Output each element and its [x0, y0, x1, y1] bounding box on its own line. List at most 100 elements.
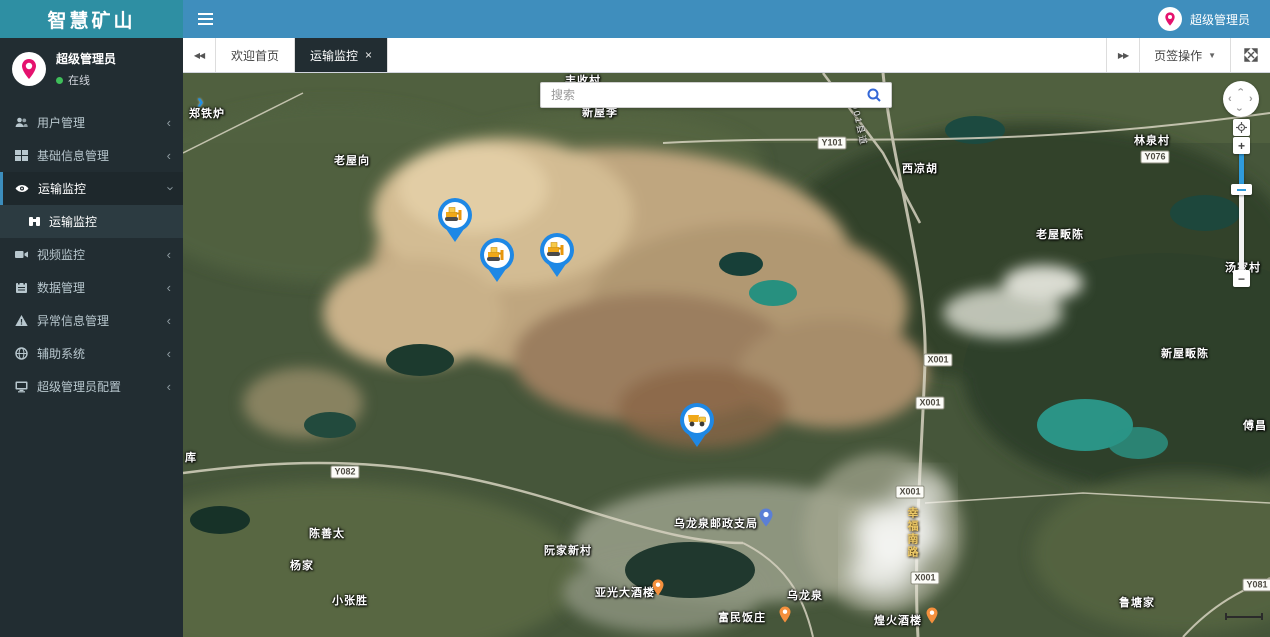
pan-left-icon: ‹ — [1228, 94, 1232, 105]
sidebar-item-data-management[interactable]: 数据管理 ‹ — [0, 271, 183, 304]
user-avatar — [12, 52, 46, 86]
chevron-left-icon: ‹ — [167, 347, 171, 360]
globe-icon — [15, 347, 28, 360]
sidebar-subitem-label: 运输监控 — [49, 213, 97, 230]
tab-label: 欢迎首页 — [231, 47, 279, 64]
vehicle-marker-bulldozer[interactable] — [437, 197, 473, 243]
tab-close-icon[interactable]: × — [365, 48, 372, 62]
video-icon — [15, 248, 28, 261]
zoom-slider-fill — [1239, 154, 1244, 187]
map-place-label: 亚光大酒楼 — [595, 584, 655, 600]
sidebar: 超级管理员 在线 用户管理 ‹ 基础信息管理 ‹ 运输监控 ‹ 运输监控 — [0, 38, 183, 637]
sidebar-item-label: 视频监控 — [37, 246, 158, 263]
map-place-label: 林泉村 — [1134, 132, 1170, 148]
sidebar-item-transport-monitoring[interactable]: 运输监控 ‹ — [0, 172, 183, 205]
tab-operations-label: 页签操作 — [1154, 47, 1202, 64]
chevron-left-icon: ‹ — [167, 380, 171, 393]
sidebar-item-label: 用户管理 — [37, 114, 158, 131]
map-place-label: 西凉胡 — [902, 160, 938, 176]
map-place-label: 富民饭庄 — [718, 609, 766, 625]
top-navbar: 超级管理员 — [183, 0, 1270, 38]
locate-icon — [1236, 122, 1247, 133]
map-place-label: 杨家 — [290, 557, 314, 573]
sidebar-user-status: 在线 — [56, 72, 116, 88]
sidebar-item-abnormal-info[interactable]: 异常信息管理 ‹ — [0, 304, 183, 337]
poi-pin-restaurant[interactable] — [926, 608, 938, 629]
zoom-slider-handle[interactable] — [1231, 184, 1252, 195]
map-locate-button[interactable] — [1233, 119, 1250, 136]
sidebar-subitem-transport-monitoring[interactable]: 运输监控 — [0, 205, 183, 238]
sidebar-item-label: 超级管理员配置 — [37, 378, 158, 395]
poi-pin-post-office[interactable] — [759, 509, 773, 532]
map-place-label: 老屋畈陈 — [1036, 226, 1084, 242]
map-scale-bar — [1225, 613, 1263, 620]
zoom-in-button[interactable]: + — [1233, 137, 1250, 154]
vehicle-marker-bulldozer[interactable] — [479, 237, 515, 283]
map-place-label: 煌火酒楼 — [874, 612, 922, 628]
tabs-scroll-left-button[interactable]: ◀◀ — [183, 38, 216, 72]
online-dot-icon — [56, 77, 63, 84]
tabbar-spacer — [388, 38, 1106, 72]
map-place-label: 小张胜 — [332, 592, 368, 608]
table-icon — [15, 149, 28, 162]
sidebar-item-label: 基础信息管理 — [37, 147, 158, 164]
map-place-label: 老屋向 — [334, 152, 370, 168]
sidebar-item-video-monitoring[interactable]: 视频监控 ‹ — [0, 238, 183, 271]
tab-transport-monitoring[interactable]: 运输监控 × — [295, 38, 388, 72]
road-badge: Y081 — [1242, 579, 1270, 592]
chevron-left-icon: ‹ — [167, 116, 171, 129]
chevron-left-icon: ‹ — [167, 281, 171, 294]
tabs-scroll-right-button[interactable]: ▶▶ — [1106, 38, 1139, 72]
binoculars-icon — [28, 215, 41, 228]
sidebar-item-basic-info[interactable]: 基础信息管理 ‹ — [0, 139, 183, 172]
poi-pin-restaurant[interactable] — [779, 607, 791, 628]
sidebar-item-label: 异常信息管理 — [37, 312, 158, 329]
road-badge: X001 — [895, 486, 924, 499]
app-logo: 智慧矿山 — [0, 0, 183, 38]
map-place-label: 傅昌 — [1243, 417, 1267, 433]
desktop-icon — [15, 380, 28, 393]
chevron-left-icon: ‹ — [167, 314, 171, 327]
map-place-label: 乌龙泉邮政支局 — [674, 515, 758, 531]
zoom-slider-track[interactable] — [1239, 154, 1244, 270]
sidebar-menu: 用户管理 ‹ 基础信息管理 ‹ 运输监控 ‹ 运输监控 视频监控 ‹ 数据管理 … — [0, 106, 183, 403]
zoom-out-button[interactable]: − — [1233, 270, 1250, 287]
road-badge: Y082 — [330, 466, 359, 479]
search-input[interactable] — [541, 88, 857, 102]
search-button[interactable] — [857, 83, 891, 107]
vehicle-marker-bulldozer[interactable] — [539, 232, 575, 278]
data-icon — [15, 281, 28, 294]
map-pan-control[interactable]: ‹ ‹ ‹ › — [1223, 81, 1259, 117]
warning-icon — [15, 314, 28, 327]
panel-expand-arrow[interactable]: › — [197, 91, 204, 114]
sidebar-toggle-icon[interactable] — [183, 0, 227, 38]
map-search-box — [540, 82, 892, 108]
road-badge: X001 — [910, 572, 939, 585]
map-place-label: 库 — [185, 449, 197, 465]
chevron-left-icon: ‹ — [167, 149, 171, 162]
sidebar-item-label: 数据管理 — [37, 279, 158, 296]
map-canvas[interactable]: 丰收村 郑铁炉 老屋向 新屋李 西凉胡 林泉村 老屋畈陈 汤家村 新屋畈陈 傅昌… — [183, 73, 1270, 637]
chevron-left-icon: ‹ — [167, 248, 171, 261]
expand-arrows-icon — [1244, 48, 1258, 62]
fullscreen-button[interactable] — [1230, 38, 1270, 72]
vehicle-marker-dump-truck[interactable] — [679, 402, 715, 448]
tab-bar: ◀◀ 欢迎首页 运输监控 × ▶▶ 页签操作 ▼ — [183, 38, 1270, 73]
pan-right-icon: › — [1249, 94, 1253, 105]
sidebar-user-panel: 超级管理员 在线 — [0, 38, 183, 98]
sidebar-item-superadmin-config[interactable]: 超级管理员配置 ‹ — [0, 370, 183, 403]
navbar-user-menu[interactable]: 超级管理员 — [1158, 7, 1270, 31]
sidebar-item-user-management[interactable]: 用户管理 ‹ — [0, 106, 183, 139]
sidebar-item-label: 运输监控 — [38, 180, 158, 197]
map-place-label: 新屋畈陈 — [1161, 345, 1209, 361]
user-pin-icon — [1158, 7, 1182, 31]
pan-up-icon: ‹ — [1234, 88, 1245, 92]
road-badge: Y101 — [817, 137, 846, 150]
sidebar-item-auxiliary-system[interactable]: 辅助系统 ‹ — [0, 337, 183, 370]
tab-welcome-home[interactable]: 欢迎首页 — [216, 38, 295, 72]
tab-operations-dropdown[interactable]: 页签操作 ▼ — [1139, 38, 1230, 72]
poi-pin-restaurant[interactable] — [652, 580, 664, 601]
tab-label: 运输监控 — [310, 47, 358, 64]
eye-icon — [15, 182, 29, 195]
app-header: 智慧矿山 超级管理员 — [0, 0, 1270, 38]
